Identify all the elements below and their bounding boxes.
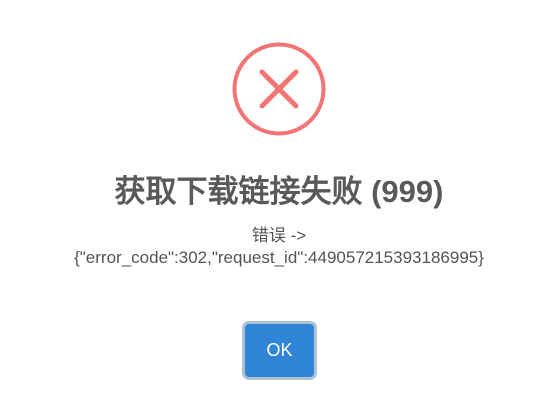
error-x-circle-icon: [232, 42, 326, 136]
dialog-message: 错误 -> {"error_code":302,"request_id":449…: [40, 225, 518, 269]
error-message-body: {"error_code":302,"request_id":449057215…: [74, 248, 484, 267]
ok-button[interactable]: OK: [245, 324, 314, 377]
error-dialog: 获取下载链接失败 (999) 错误 -> {"error_code":302,"…: [0, 0, 558, 402]
error-message-prefix: 错误 ->: [251, 226, 307, 245]
dialog-title: 获取下载链接失败 (999): [114, 174, 444, 209]
